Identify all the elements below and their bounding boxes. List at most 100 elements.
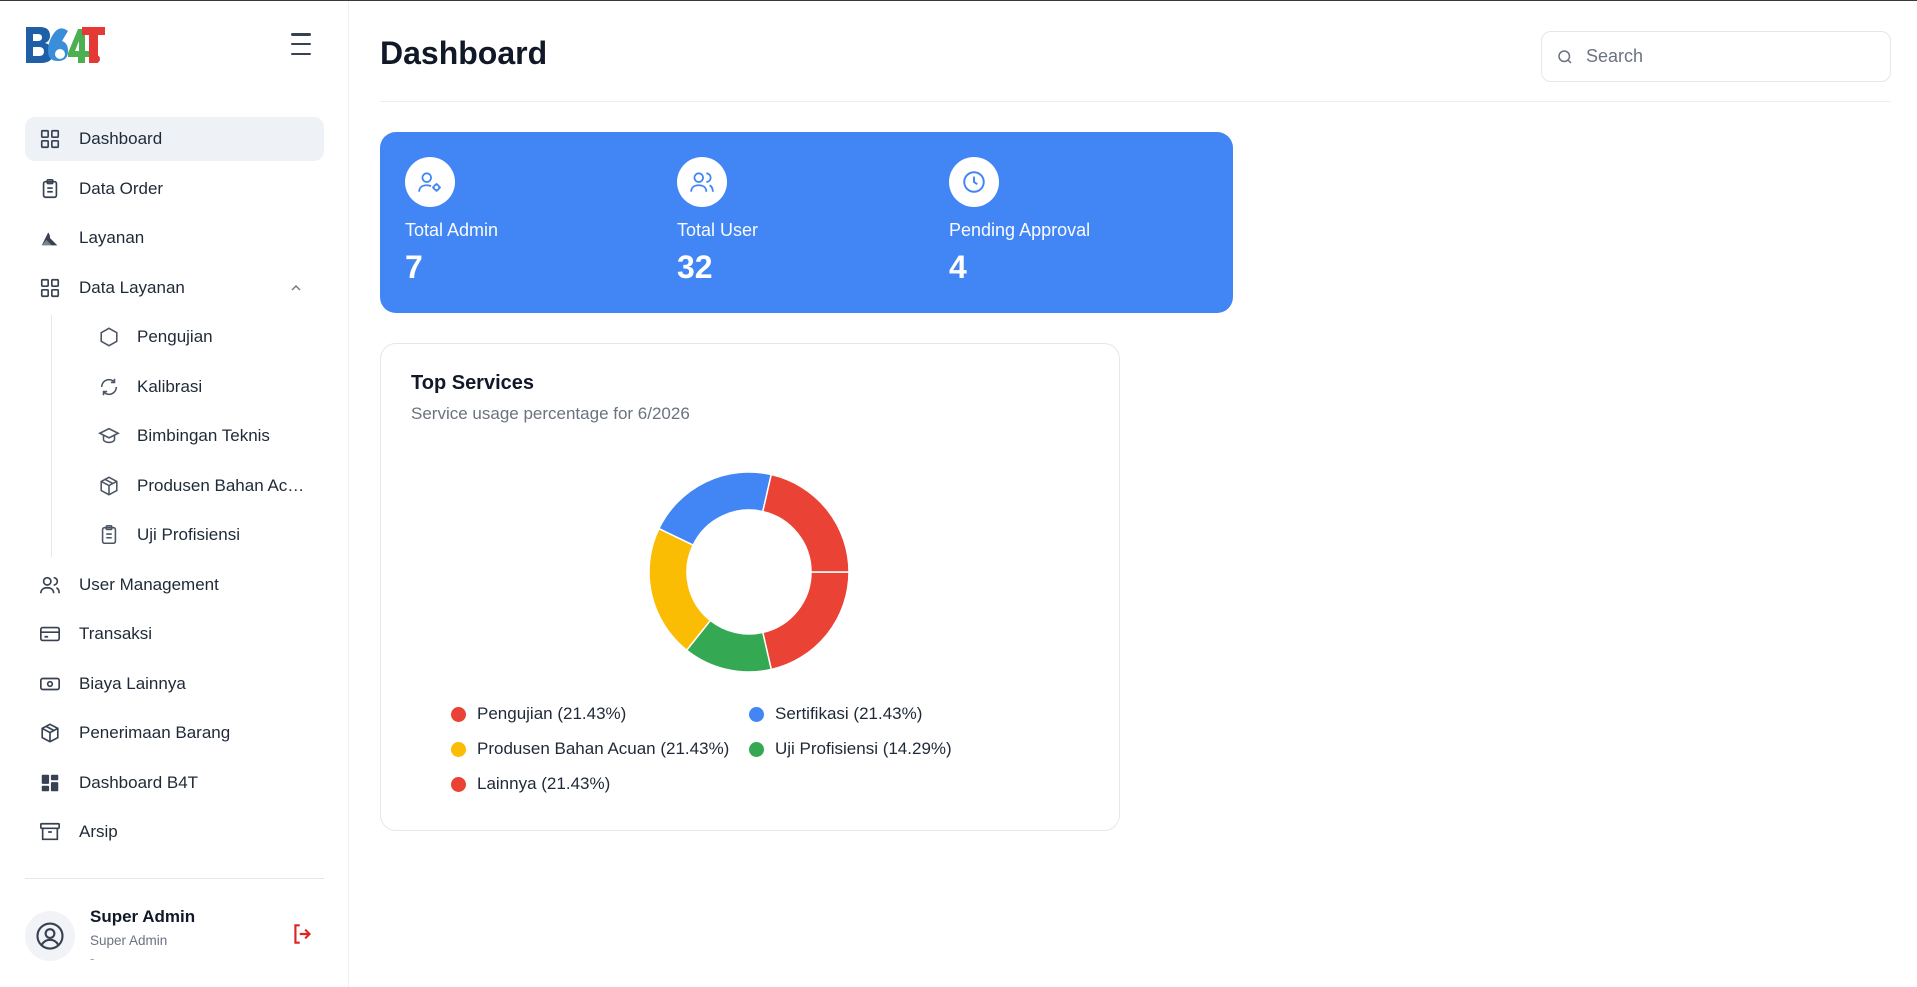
banknote-icon [39,673,61,695]
sidebar-subitem-bimbingan-teknis[interactable]: Bimbingan Teknis [52,414,324,458]
data-layanan-submenu: Pengujian Kalibrasi Bimbingan Teknis Pro… [51,315,324,557]
chevron-up-icon[interactable] [288,280,304,296]
donut-slice-sertifikasi[interactable] [657,471,773,547]
user-extra: - [90,951,95,966]
legend-dot [451,706,466,722]
avatar[interactable] [25,911,75,961]
sidebar-subitem-pengujian[interactable]: Pengujian [52,315,324,359]
sidebar-subitem-uji-profisiensi[interactable]: Uji Profisiensi [52,513,324,557]
sidebar-item-transaksi[interactable]: Transaksi [25,612,324,656]
sidebar-item-label: Penerimaan Barang [79,723,231,742]
legend-dot [749,706,764,722]
search-input[interactable] [1586,46,1876,67]
donut-slice-produsen-bahan-acuan[interactable] [648,527,712,652]
user-circle-icon [36,922,64,950]
stat-value: 7 [405,249,423,285]
search-box[interactable] [1541,31,1891,82]
stat-label: Total User [677,220,759,240]
page-title: Dashboard [380,35,548,71]
grid-icon [39,277,61,299]
sidebar-item-data-layanan[interactable]: Data Layanan [25,266,324,310]
user-profile: Super Admin Super Admin - [25,907,324,967]
dashboard-icon [39,772,61,794]
sidebar-item-label: Arsip [79,822,118,841]
users-icon [690,172,714,192]
sidebar-item-label: Dashboard B4T [79,772,199,792]
logout-icon[interactable] [290,921,316,947]
main-content: Dashboard Total Admin 7 Total User 32 Pe… [349,1,1917,987]
sidebar-subitem-label: Pengujian [137,327,213,346]
sidebar-item-label: Dashboard [79,129,163,148]
refresh-icon [98,376,120,398]
sidebar-subitem-kalibrasi[interactable]: Kalibrasi [52,365,324,409]
user-cog-icon [418,172,441,192]
legend-dot [451,741,466,757]
legend-label: Lainnya (21.43%) [477,774,611,793]
top-services-panel: Top Services Service usage percentage fo… [380,343,1120,831]
stat-value: 4 [949,249,967,285]
stat-card-pending-approval: Pending Approval 4 [924,132,1233,313]
legend-dot [749,741,764,757]
sidebar-divider [25,878,324,879]
graduation-cap-icon [98,425,120,447]
sidebar-item-label: Data Order [79,178,164,198]
sidebar-subitem-produsen-bahan-acuan[interactable]: Produsen Bahan Acuan [52,464,324,508]
sidebar-subitem-label: Uji Profisiensi [137,525,240,544]
package-icon [39,722,61,744]
legend-item[interactable]: Produsen Bahan Acuan (21.43%) [451,739,729,759]
users-icon [39,574,61,596]
clipboard-icon [39,178,61,200]
stat-label: Total Admin [405,220,499,240]
legend-dot [451,776,466,792]
stat-card-total-user: Total User 32 [652,132,961,313]
clock-icon [963,171,985,193]
sidebar-subitem-label: Bimbingan Teknis [137,426,270,445]
grid-icon [39,128,61,150]
donut-slice-pengujian[interactable] [761,571,850,671]
package-icon [98,475,120,497]
sidebar: Dashboard Data Order Layanan Data Layana… [0,1,349,987]
hexagon-icon [98,326,120,348]
sidebar-item-biaya-lainnya[interactable]: Biaya Lainnya [25,662,324,706]
sidebar-item-arsip[interactable]: Arsip [25,810,324,854]
user-role: Super Admin [90,933,168,948]
menu-toggle-icon[interactable] [288,33,314,55]
b4t-logo[interactable] [24,23,106,67]
donut-slice-lainnya[interactable] [761,473,850,573]
header-divider [380,101,1891,102]
sidebar-item-label: Transaksi [79,624,153,643]
legend-item[interactable]: Sertifikasi (21.43%) [749,704,922,724]
stat-icon-wrap [405,157,455,207]
legend-item[interactable]: Uji Profisiensi (14.29%) [749,739,952,759]
sidebar-item-data-order[interactable]: Data Order [25,167,324,211]
sidebar-item-penerimaan-barang[interactable]: Penerimaan Barang [25,711,324,755]
sidebar-item-label: User Management [79,574,219,594]
sidebar-item-layanan[interactable]: Layanan [25,216,324,260]
legend-label: Uji Profisiensi (14.29%) [775,739,952,758]
legend-item[interactable]: Pengujian (21.43%) [451,704,626,724]
legend-label: Produsen Bahan Acuan (21.43%) [477,739,730,758]
search-icon [1558,49,1572,64]
archive-icon [39,821,61,843]
legend-item[interactable]: Lainnya (21.43%) [451,774,610,794]
stat-card-total-admin: Total Admin 7 [380,132,689,313]
stat-icon-wrap [677,157,727,207]
stat-value: 32 [677,249,713,285]
sidebar-item-dashboard[interactable]: Dashboard [25,117,324,161]
user-name: Super Admin [90,907,196,926]
panel-title: Top Services [411,372,535,394]
sidebar-item-dashboard-b4t[interactable]: Dashboard B4T [25,761,324,805]
legend-label: Pengujian (21.43%) [477,704,627,723]
sidebar-nav: Dashboard Data Order Layanan Data Layana… [25,117,324,860]
sidebar-subitem-label: Produsen Bahan Acuan [137,475,309,495]
clipboard-icon [98,524,120,546]
donut-chart[interactable] [647,470,851,674]
sidebar-item-label: Biaya Lainnya [79,673,186,693]
credit-card-icon [39,623,61,645]
legend-label: Sertifikasi (21.43%) [775,704,923,723]
sidebar-item-label: Layanan [79,228,145,247]
sidebar-item-user-management[interactable]: User Management [25,563,324,607]
sidebar-subitem-label: Kalibrasi [137,376,203,396]
stat-icon-wrap [949,157,999,207]
sidebar-item-label: Data Layanan [79,277,185,297]
